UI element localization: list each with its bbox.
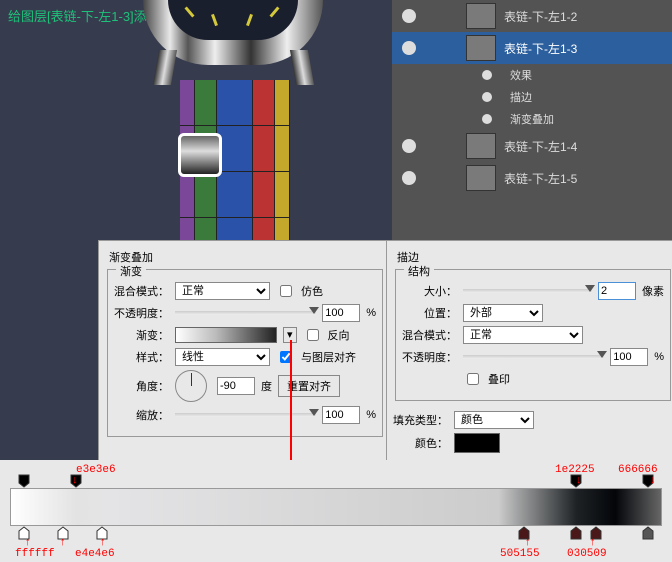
label: 缩放： (114, 407, 169, 423)
color-stop[interactable] (570, 526, 582, 540)
annotation-arrow (290, 340, 292, 480)
blend-mode-select[interactable]: 正常 (463, 326, 583, 344)
section-title: 渐变叠加 (109, 249, 385, 265)
layer-name: 表链-下-左1-4 (504, 138, 577, 155)
label: 不透明度： (402, 349, 457, 365)
arrow-icon: ↑ (60, 536, 66, 548)
hex-label: e3e3e6 (76, 464, 116, 476)
label: 位置： (402, 305, 457, 321)
label: 填充类型： (393, 412, 448, 428)
reverse-checkbox[interactable] (307, 329, 319, 341)
layer-row[interactable]: 表链-下-左1-2 (392, 0, 672, 32)
arrow-icon: ↓ (576, 474, 582, 486)
label: 角度： (114, 378, 169, 394)
color-swatch[interactable] (454, 433, 500, 453)
visibility-icon[interactable] (402, 9, 416, 23)
stroke-panel: 描边 结构 大小：像素 位置：外部 混合模式：正常 不透明度：% 叠印 填充类型… (386, 240, 672, 469)
angle-input[interactable] (217, 377, 255, 395)
color-stop[interactable] (642, 526, 654, 540)
label: 混合模式： (114, 283, 169, 299)
dither-checkbox[interactable] (280, 285, 292, 297)
label: 与图层对齐 (301, 349, 356, 365)
hex-label: e4e4e6 (75, 548, 115, 560)
scale-input[interactable] (322, 406, 360, 424)
hex-label: 505155 (500, 548, 540, 560)
effect-item[interactable]: 效果 (392, 64, 672, 86)
label: 不透明度： (114, 305, 169, 321)
group-label: 结构 (404, 263, 434, 279)
arrow-icon: ↓ (72, 474, 78, 486)
visibility-icon[interactable] (402, 139, 416, 153)
section-title: 描边 (397, 249, 672, 265)
label: 叠印 (488, 371, 510, 387)
opacity-stop[interactable] (18, 474, 30, 488)
opacity-slider[interactable] (175, 311, 316, 315)
reset-button[interactable]: 重置对齐 (278, 375, 340, 397)
watch-preview (98, 0, 382, 240)
fill-type-select[interactable]: 颜色 (454, 411, 534, 429)
layer-thumb (466, 3, 496, 29)
size-slider[interactable] (463, 289, 592, 293)
arrow-icon: ↑ (25, 536, 31, 548)
effect-item[interactable]: 描边 (392, 86, 672, 108)
overprint-checkbox[interactable] (467, 373, 479, 385)
hex-label: ffffff (15, 548, 55, 560)
angle-dial[interactable] (175, 370, 207, 402)
visibility-icon[interactable] (402, 41, 416, 55)
arrow-icon: ↑ (590, 536, 596, 548)
opacity-input[interactable] (610, 348, 648, 366)
label: 渐变： (114, 327, 169, 343)
visibility-icon[interactable] (402, 171, 416, 185)
gradient-editor: e3e3e6 1e2225 666666 ffffff e4e4e6 50515… (0, 460, 672, 562)
group-label: 渐变 (116, 263, 146, 279)
gradient-preview[interactable] (175, 327, 277, 343)
gradient-overlay-panel: 渐变叠加 渐变 混合模式：正常仿色 不透明度：% 渐变：▾反向 样式：线性与图层… (98, 240, 392, 469)
arrow-icon: ↑ (100, 536, 106, 548)
layer-row[interactable]: 表链-下-左1-4 (392, 130, 672, 162)
blend-mode-select[interactable]: 正常 (175, 282, 270, 300)
gradient-ramp[interactable] (10, 488, 662, 526)
hex-label: 1e2225 (555, 464, 595, 476)
layer-row[interactable]: 表链-下-左1-3 (392, 32, 672, 64)
label: 仿色 (301, 283, 323, 299)
layer-row[interactable]: 表链-下-左1-5 (392, 162, 672, 194)
style-select[interactable]: 线性 (175, 348, 270, 366)
arrow-icon: ↓ (650, 474, 656, 486)
opacity-input[interactable] (322, 304, 360, 322)
position-select[interactable]: 外部 (463, 304, 543, 322)
label: 反向 (328, 327, 350, 343)
hex-label: 030509 (567, 548, 607, 560)
layer-name: 表链-下-左1-5 (504, 170, 577, 187)
label: 样式： (114, 349, 169, 365)
layers-panel: 表链-下-左1-2 表链-下-左1-3 效果 描边 渐变叠加 表链-下-左1-4… (392, 0, 672, 240)
layer-name: 表链-下-左1-2 (504, 8, 577, 25)
size-input[interactable] (598, 282, 636, 300)
layer-thumb (466, 35, 496, 61)
label: 颜色： (393, 435, 448, 451)
arrow-icon: ↑ (525, 536, 531, 548)
opacity-slider[interactable] (463, 355, 604, 359)
scale-slider[interactable] (175, 413, 316, 417)
effect-item[interactable]: 渐变叠加 (392, 108, 672, 130)
label: 混合模式： (402, 327, 457, 343)
selected-link (178, 133, 222, 177)
label: 大小： (402, 283, 457, 299)
layer-name: 表链-下-左1-3 (504, 40, 577, 57)
